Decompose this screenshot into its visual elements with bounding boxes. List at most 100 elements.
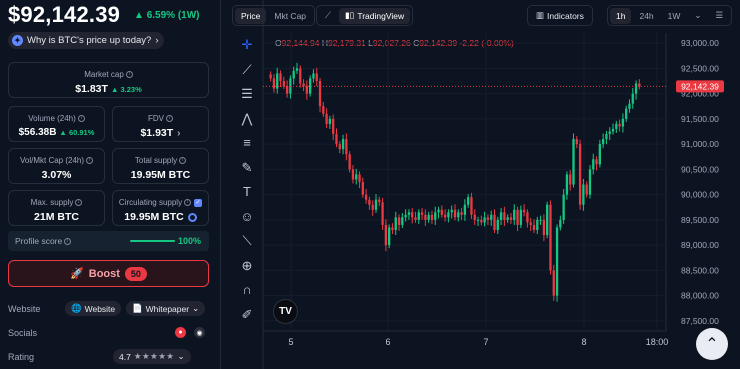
timeframe-dropdown[interactable]: ⌄ (688, 8, 707, 24)
candle-body (453, 209, 457, 218)
candle-body (411, 212, 414, 218)
candle-body (483, 217, 486, 223)
horizontal-lines-icon[interactable]: ☰ (236, 86, 258, 111)
candle-body (341, 139, 345, 150)
chart-settings-button[interactable]: ☰ (710, 8, 730, 24)
candle-body (578, 144, 582, 205)
candle-body (608, 131, 611, 135)
candle-body (605, 134, 608, 140)
candle-body (569, 174, 572, 185)
scroll-to-top-button[interactable]: ⌃ (696, 328, 728, 360)
candle-body (312, 73, 315, 79)
crosshair-icon[interactable]: ✛ (236, 37, 258, 62)
x-tick-label: 8 (581, 337, 586, 347)
candle-body (447, 212, 450, 218)
candle-body (513, 209, 516, 220)
supply-progress-ring (187, 212, 197, 222)
ohlc-open: 92,144.94 (281, 38, 320, 48)
boost-button[interactable]: 🚀 Boost 50 (8, 260, 209, 287)
candle-body (443, 214, 447, 218)
candle-body (368, 199, 371, 205)
tab-price[interactable]: Price (235, 7, 267, 24)
coin-summary-panel: $92,142.39 ▲ 6.59% (1W) ✦ Why is BTC's p… (0, 0, 220, 369)
website-label: Website (8, 304, 41, 314)
info-icon: i (184, 199, 192, 207)
candle-body (388, 227, 391, 246)
candle-body (322, 106, 325, 114)
price-change-value: 6.59% (1W) (146, 10, 200, 21)
candle-body (437, 209, 440, 213)
candle-body (348, 154, 351, 170)
profile-score-bar (130, 240, 175, 242)
candle-body (384, 224, 388, 246)
candle-body (490, 214, 493, 220)
volume-label: Volume (24h) (28, 114, 76, 123)
info-icon: i (179, 157, 187, 165)
chevron-down-icon: ⌄ (192, 303, 200, 313)
last-price-label: 92,142.39 (681, 81, 719, 91)
vol-mkt-cap-value: 3.07% (41, 169, 72, 181)
y-tick-label: 87,500.00 (681, 316, 719, 326)
candle-body (536, 219, 539, 230)
candle-body (335, 134, 338, 145)
indicators-button[interactable]: ▥ Indicators (530, 8, 590, 24)
candle-body (401, 217, 404, 225)
y-tick-label: 91,000.00 (681, 139, 719, 149)
github-icon[interactable]: ◉ (194, 327, 205, 338)
line-chart-button[interactable]: ⟋ (319, 8, 337, 24)
candle-body (276, 73, 279, 89)
market-cap-card[interactable]: Market cap i $1.83T ▲ 3.23% (8, 62, 209, 98)
text-icon[interactable]: T (236, 184, 258, 209)
drawing-toolbar: ✛ ⟋ ☰ ⋀ ≡ ✎ T ☺ ⟍ ⊕ ∩ ✐ (236, 37, 258, 331)
fib-icon[interactable]: ≡ (236, 135, 258, 160)
candle-body (618, 123, 621, 127)
candle-body (325, 113, 328, 124)
candle-body (355, 174, 358, 180)
candle-body (473, 214, 476, 220)
price-change-1w: ▲ 6.59% (1W) (134, 10, 200, 21)
magnet-icon[interactable]: ∩ (236, 282, 258, 307)
info-icon: i (77, 115, 85, 123)
ruler-icon[interactable]: ⟍ (236, 233, 258, 258)
pattern-icon[interactable]: ⋀ (236, 111, 258, 136)
candle-body (539, 219, 542, 221)
candle-body (467, 197, 470, 205)
whitepaper-link[interactable]: 📄 Whitepaper ⌄ (126, 301, 206, 316)
candle-body (588, 169, 592, 195)
candle-body (420, 212, 424, 215)
candle-body (289, 78, 292, 94)
volume-card[interactable]: Volume (24h) i $56.38B ▲ 60.91% (8, 106, 105, 142)
price-chart: 93,000.00 92,500.00 92,000.00 91,500.00 91,0… (262, 0, 724, 369)
candle-body (463, 204, 467, 215)
total-supply-card: Total supply i 19.95M BTC (112, 148, 209, 184)
zoom-in-icon[interactable]: ⊕ (236, 258, 258, 283)
candle-body (434, 212, 437, 220)
ohlc-close: 92,142.39 (419, 38, 458, 48)
tradingview-button[interactable]: ▮▯ TradingView (338, 7, 411, 24)
lock-drawing-icon[interactable]: ✐ (236, 307, 258, 332)
fdv-card[interactable]: FDV i $1.93T › (112, 106, 209, 142)
why-price-up-button[interactable]: ✦ Why is BTC's price up today? › (8, 32, 165, 49)
verified-icon: ✓ (194, 198, 203, 207)
y-tick-label: 89,000.00 (681, 240, 719, 250)
candle-body (572, 139, 575, 185)
trend-line-icon[interactable]: ⟋ (236, 62, 258, 87)
candle-body (552, 270, 555, 296)
timeframe-tabs: 1h 24h 1W ⌄ ☰ (607, 5, 733, 26)
timeframe-1w[interactable]: 1W (662, 8, 687, 24)
candle-body (565, 174, 569, 195)
rocket-icon: 🚀 (70, 268, 84, 280)
reddit-icon[interactable]: ● (175, 327, 186, 338)
tab-mkt-cap[interactable]: Mkt Cap (268, 8, 312, 24)
current-price: $92,142.39 (8, 2, 121, 27)
candle-body (460, 212, 463, 215)
timeframe-1h[interactable]: 1h (610, 7, 632, 24)
candle-body (299, 68, 302, 84)
ohlc-readout: O92,144.94 H92,179.31 L92,027.26 C92,142… (275, 38, 514, 48)
brush-icon[interactable]: ✎ (236, 160, 258, 185)
emoji-icon[interactable]: ☺ (236, 209, 258, 234)
candle-body (555, 227, 559, 296)
website-link[interactable]: 🌐 Website (65, 301, 122, 316)
timeframe-24h[interactable]: 24h (633, 8, 659, 24)
rating-dropdown[interactable]: 4.7 ★★★★★ ⌄ (113, 349, 191, 364)
